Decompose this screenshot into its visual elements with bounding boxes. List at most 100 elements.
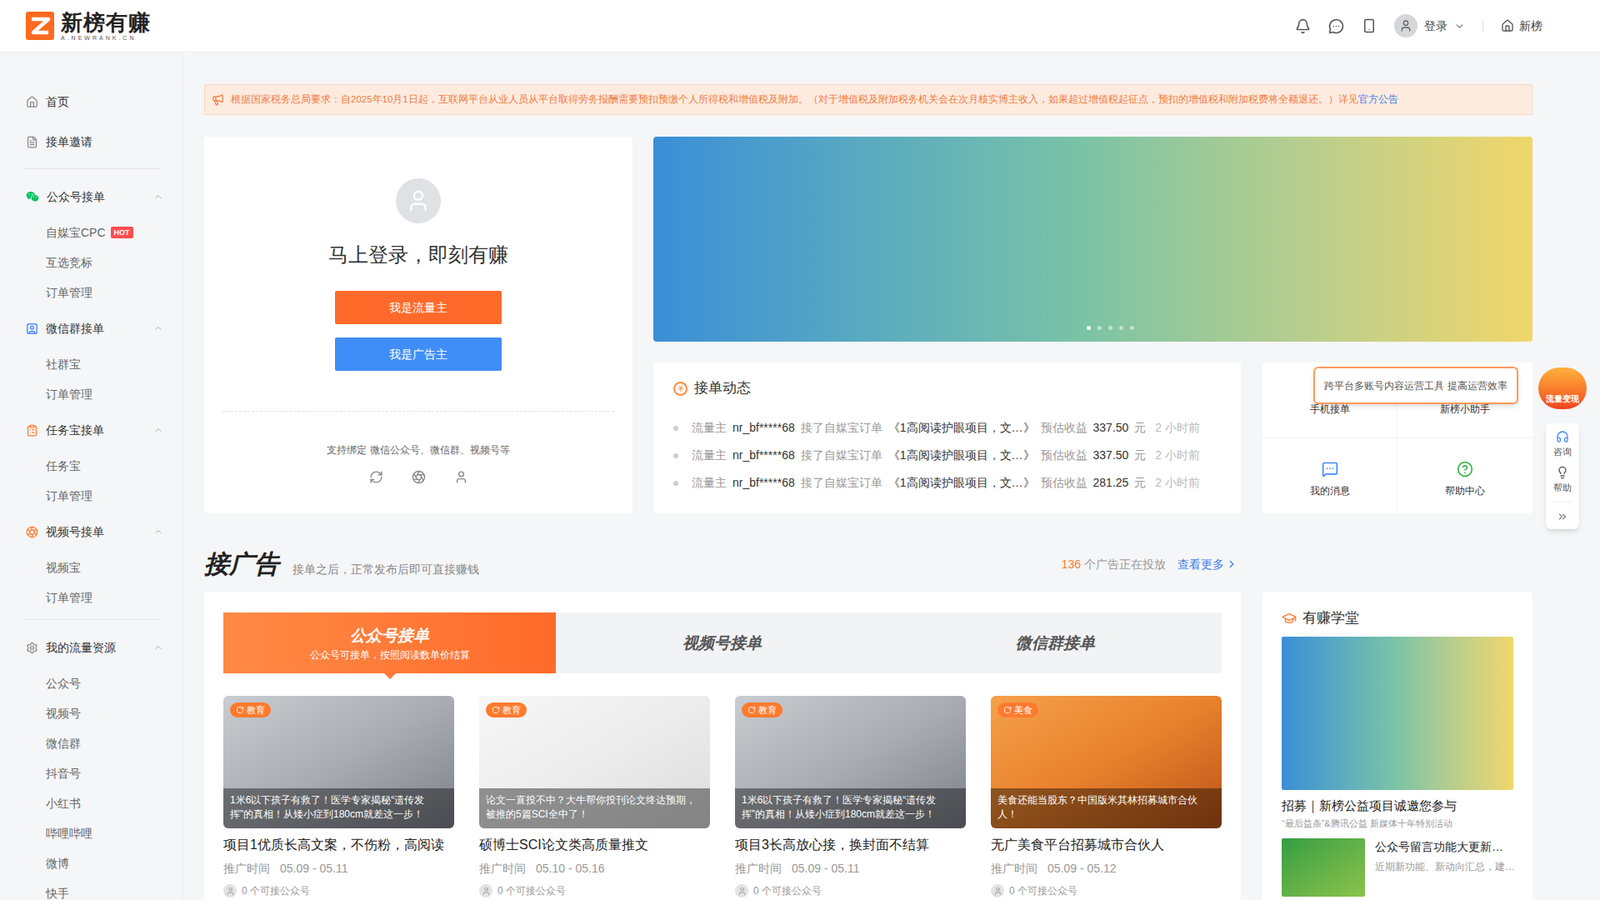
ad-card[interactable]: 教育1米6以下孩子有救了！医学专家揭秘“遗传发挥”的真相！从矮小症到180cm就… bbox=[735, 695, 966, 899]
sidebar-subitem[interactable]: 互选竞标 bbox=[0, 247, 183, 278]
message-icon[interactable] bbox=[1328, 18, 1345, 35]
sidebar-subitem[interactable]: 社群宝 bbox=[0, 349, 183, 380]
sidebar-subitem[interactable]: 订单管理 bbox=[0, 277, 183, 308]
notice-link[interactable]: 官方公告 bbox=[1358, 94, 1399, 105]
more-link[interactable]: 查看更多 bbox=[1177, 555, 1238, 574]
category-tag: 教育 bbox=[741, 702, 783, 718]
sidebar-subitem[interactable]: 抖音号 bbox=[0, 758, 183, 789]
sidebar-subitem[interactable]: 快手 bbox=[0, 878, 183, 900]
school-item[interactable]: 公众号留言功能大更新…近期新功能、新动向汇总，建… bbox=[1281, 838, 1514, 897]
account-icon bbox=[223, 884, 237, 898]
banner[interactable] bbox=[653, 136, 1533, 342]
sidebar-group-header[interactable]: 任务宝接单 bbox=[0, 409, 183, 451]
sidebar-subitem[interactable]: 订单管理 bbox=[0, 379, 183, 410]
home-icon bbox=[25, 95, 39, 109]
avatar bbox=[395, 178, 441, 224]
avatar bbox=[1394, 14, 1418, 38]
sidebar-subitem[interactable]: 订单管理 bbox=[0, 582, 183, 613]
sidebar: 首页接单邀请公众号接单自媒宝CPCHOT互选竞标订单管理微信群接单社群宝订单管理… bbox=[0, 52, 184, 900]
chevron-up-icon bbox=[153, 526, 164, 537]
ad-count: 0 个可接公众号 bbox=[735, 883, 966, 899]
ad-title: 项目1优质长高文案，不伤粉，高阅读 bbox=[223, 835, 455, 855]
sidebar-subitem[interactable]: 微信群 bbox=[0, 728, 183, 759]
cover-caption: 论文一直投不中？大牛帮你投刊论文终达预期，被推的5篇SCI全中了！ bbox=[479, 788, 710, 829]
ad-card[interactable]: 美食美食还能当股东？中国版米其林招募城市合伙人！无广美食平台招募城市合伙人推广时… bbox=[990, 695, 1222, 899]
sidebar-subitem[interactable]: 订单管理 bbox=[0, 480, 183, 511]
category-tag: 教育 bbox=[230, 702, 271, 718]
hot-badge: HOT bbox=[110, 226, 134, 239]
sidebar-group: 我的流量资源公众号视频号微信群抖音号小红书哔哩哔哩微博快手 bbox=[0, 619, 183, 900]
ad-count: 0 个可接公众号 bbox=[479, 883, 710, 899]
sidebar-item[interactable]: 接单邀请 bbox=[0, 121, 183, 162]
wechat-group-icon bbox=[454, 470, 469, 485]
float-item[interactable]: 咨询 bbox=[1553, 430, 1572, 458]
login-title: 马上登录，即刻有赚 bbox=[328, 241, 509, 269]
official-account-icon bbox=[369, 470, 384, 485]
feature-cover bbox=[1281, 636, 1514, 790]
sidebar-subitem[interactable]: 小红书 bbox=[0, 788, 183, 819]
sidebar-subitem[interactable]: 哔哩哔哩 bbox=[0, 818, 183, 849]
sidebar-subitem[interactable]: 视频号 bbox=[0, 698, 183, 729]
carousel-dot[interactable] bbox=[1097, 325, 1102, 330]
refresh-icon bbox=[747, 705, 756, 715]
quick-item[interactable]: 帮助中心 bbox=[1397, 438, 1533, 515]
logo-name: 新榜有赚 bbox=[60, 11, 151, 34]
promo-tooltip[interactable]: 跨平台多账号内容运营工具 提高运营效率 bbox=[1313, 366, 1519, 405]
sidebar-group-header[interactable]: 微信群接单 bbox=[0, 307, 183, 350]
publisher-button[interactable]: 我是流量主 bbox=[335, 290, 502, 325]
tab[interactable]: 微信群接单 bbox=[889, 612, 1222, 674]
group-icon bbox=[25, 322, 39, 335]
category-tag: 美食 bbox=[997, 702, 1039, 718]
ads-panel: 公众号接单公众号可接单，按照阅读数单价结算视频号接单微信群接单教育 1米6以下孩子… bbox=[204, 591, 1241, 900]
tab[interactable]: 公众号接单公众号可接单，按照阅读数单价结算 bbox=[223, 612, 556, 674]
message-icon bbox=[1321, 460, 1339, 478]
sidebar-divider bbox=[22, 619, 160, 620]
home-link[interactable]: 新榜 bbox=[1500, 17, 1543, 35]
sidebar-item[interactable]: 首页 bbox=[0, 81, 183, 122]
sidebar-group: 视频号接单视频宝订单管理 bbox=[0, 510, 183, 613]
top-bar: 新榜有赚A.NEWRANK.CN 登录 新榜 bbox=[0, 0, 1600, 53]
bell-icon[interactable] bbox=[1295, 18, 1311, 35]
carousel-dot[interactable] bbox=[1119, 325, 1124, 330]
ad-card[interactable]: 教育 1米6以下孩子有救了！医学专家揭秘“遗传发挥”的真相！从矮小症到180cm就… bbox=[223, 695, 455, 899]
advertiser-button[interactable]: 我是广告主 bbox=[335, 337, 502, 371]
sidebar-subitem[interactable]: 自媒宝CPCHOT bbox=[0, 217, 183, 248]
quick-item[interactable]: 我的消息 bbox=[1262, 438, 1398, 515]
carousel-dot[interactable] bbox=[1108, 325, 1113, 330]
sidebar-subitem[interactable]: 公众号 bbox=[0, 668, 183, 699]
phone-icon[interactable] bbox=[1361, 18, 1377, 34]
notice-bar: 根据国家税务总局要求：自2025年10月1日起，互联网平台从业人员从平台取得劳务… bbox=[204, 84, 1533, 115]
bullet-dot bbox=[673, 480, 679, 486]
account-icon bbox=[735, 884, 749, 898]
login-menu[interactable]: 登录 bbox=[1394, 14, 1465, 38]
sidebar-group: 微信群接单社群宝订单管理 bbox=[0, 307, 183, 410]
page: 新榜有赚A.NEWRANK.CN 登录 新榜首页接单邀请公众号接单自媒宝CPCHOT… bbox=[0, 0, 1600, 900]
tab[interactable]: 视频号接单 bbox=[555, 612, 889, 674]
logo[interactable]: 新榜有赚A.NEWRANK.CN bbox=[25, 11, 151, 41]
feed-icon bbox=[673, 381, 688, 396]
invite-icon bbox=[25, 135, 39, 149]
ads-section: 接广告接单之后，正常发布后即可直接赚钱136个广告正在投放查看更多公众号接单公众… bbox=[204, 546, 1241, 900]
sidebar-subitem[interactable]: 微博 bbox=[0, 848, 183, 879]
collapse-icon[interactable] bbox=[1556, 510, 1569, 523]
cover-caption: 1米6以下孩子有救了！医学专家揭秘“遗传发挥”的真相！从矮小症到180cm就差这… bbox=[223, 788, 455, 829]
sidebar-subitem[interactable]: 视频宝 bbox=[0, 552, 183, 583]
help-icon bbox=[1555, 465, 1570, 480]
sidebar-group-header[interactable]: 视频号接单 bbox=[0, 510, 183, 553]
monetize-badge[interactable]: 流量变现 bbox=[1538, 367, 1587, 410]
chevron-up-icon bbox=[153, 191, 164, 202]
carousel-dot[interactable] bbox=[1130, 325, 1135, 330]
sidebar-subitem[interactable]: 任务宝 bbox=[0, 450, 183, 481]
bind-text: 支持绑定 微信公众号、微信群、视频号等 bbox=[326, 443, 510, 457]
sidebar-group-header[interactable]: 公众号接单 bbox=[0, 175, 183, 218]
ad-title: 项目3长高放心接，换封面不结算 bbox=[735, 835, 966, 855]
sidebar-group-header[interactable]: 我的流量资源 bbox=[0, 626, 183, 669]
wechat-icon bbox=[25, 190, 40, 204]
order-feed: 接单动态流量主nr_bf*****68接了自媒宝订单《1高阅读护眼项目，文…》预… bbox=[653, 362, 1241, 514]
float-item[interactable]: 帮助 bbox=[1553, 465, 1572, 494]
video-channel-icon bbox=[25, 525, 39, 539]
carousel-dot[interactable] bbox=[1086, 325, 1091, 330]
ad-card[interactable]: 教育论文一直投不中？大牛帮你投刊论文终达预期，被推的5篇SCI全中了！硕博士SC… bbox=[479, 695, 710, 899]
school-feature[interactable]: 招募｜新榜公益项目诚邀您参与“最后益条”&腾讯公益 新媒体十年特别活动 bbox=[1281, 636, 1514, 830]
refresh-icon bbox=[1003, 705, 1012, 715]
